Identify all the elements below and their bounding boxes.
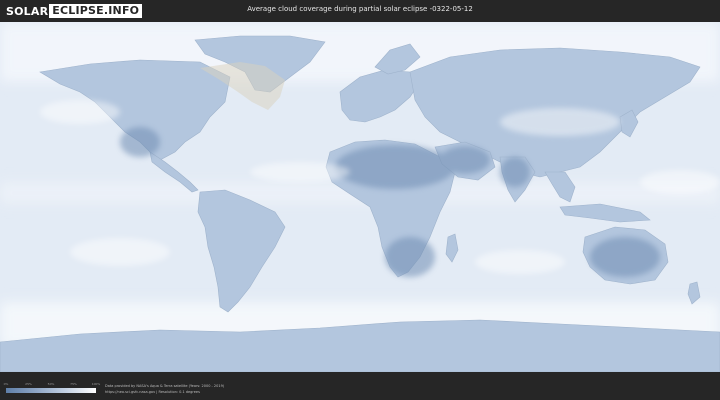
cloud-coverage-map xyxy=(0,22,720,372)
footer: 0% 25% 50% 75% 100% Data provided by NAS… xyxy=(0,372,720,400)
header-bar: SOLAR ECLIPSE.INFO Average cloud coverag… xyxy=(0,0,720,22)
legend-tick-25: 25% xyxy=(25,382,32,386)
mexico-clear xyxy=(120,127,160,157)
logo-text-solar: SOLAR xyxy=(6,4,49,18)
arabia-clear xyxy=(440,146,490,174)
world-map-graphic xyxy=(0,22,720,372)
data-credits: Data provided by NASA's Aqua & Terra sat… xyxy=(105,383,224,395)
southern-africa-clear xyxy=(385,237,435,277)
legend-tick-50: 50% xyxy=(47,382,55,386)
india-clear xyxy=(500,157,530,187)
site-logo[interactable]: SOLAR ECLIPSE.INFO xyxy=(6,4,143,18)
page-title: Average cloud coverage during partial so… xyxy=(247,5,473,13)
credit-line-url[interactable]: https://neo.sci.gsfc.nasa.gov | Resoluti… xyxy=(105,389,224,395)
australia-clear xyxy=(590,237,660,277)
legend-tick-100: 100% xyxy=(91,382,101,386)
logo-text-eclipse-info: ECLIPSE.INFO xyxy=(49,4,143,18)
page: SOLAR ECLIPSE.INFO Average cloud coverag… xyxy=(0,0,720,400)
cloud-coverage-legend-bar xyxy=(6,388,96,393)
legend-tick-0: 0% xyxy=(3,382,9,386)
legend-tick-75: 75% xyxy=(70,382,77,386)
sahara-clear xyxy=(335,145,455,189)
